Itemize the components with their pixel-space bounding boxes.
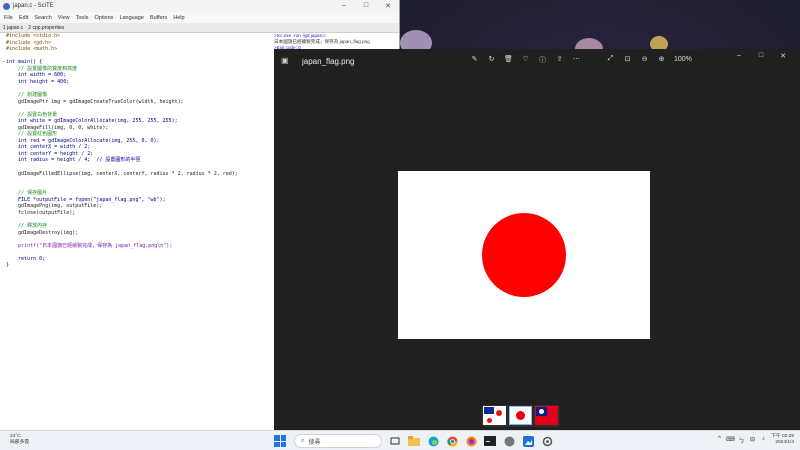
code-line: // 設置紅色圓形 (6, 131, 58, 138)
menu-view[interactable]: View (58, 15, 70, 21)
firefox-icon[interactable] (462, 434, 480, 448)
code-line: FILE *outputFile = fopen("japan_flag.png… (6, 196, 166, 203)
thumbnail-taiwan-flag[interactable] (535, 406, 558, 425)
delete-icon[interactable]: 🗑 (500, 55, 517, 65)
editor-window-title: japan.c - SciTE (13, 3, 54, 9)
thumbnail-mixed-flag[interactable] (483, 406, 506, 425)
task-view-icon[interactable] (386, 434, 404, 448)
code-line: int main() { (6, 59, 43, 66)
editor-menubar: File Edit Search View Tools Options Lang… (0, 12, 399, 23)
menu-language[interactable]: Language (119, 15, 143, 21)
menu-tools[interactable]: Tools (76, 15, 89, 21)
chevron-up-icon[interactable]: ^ (714, 436, 725, 445)
windows-start-icon[interactable] (274, 435, 286, 447)
viewer-toolbar: ▣ japan_flag.png ✎ ↻ 🗑 ♡ ⓘ ⇪ ⋯ ⤢ ⊡ ⊖ ⊕ 1… (274, 49, 800, 73)
menu-options[interactable]: Options (94, 15, 113, 21)
edit-icon[interactable]: ✎ (466, 55, 483, 65)
more-icon[interactable]: ⋯ (568, 55, 585, 65)
taskbar-clock[interactable]: 下午 02:25 2024/1/3 (771, 434, 794, 446)
chrome-icon[interactable] (443, 434, 461, 448)
gallery-icon[interactable]: ▣ (281, 56, 289, 65)
minimize-icon[interactable]: – (333, 2, 355, 10)
code-line: int centerX = width / 2; (6, 144, 91, 151)
keyboard-icon[interactable]: ⌨ (725, 436, 736, 445)
menu-file[interactable]: File (4, 15, 13, 21)
thumbnail-japan-flag[interactable] (509, 406, 532, 425)
close-icon[interactable]: ✕ (772, 52, 794, 60)
settings-icon[interactable] (538, 434, 556, 448)
code-line: // 保存圖片 (6, 190, 48, 197)
code-line: #include <stdio.h> (6, 33, 61, 39)
code-editor[interactable]: #include <stdio.h> #include <gd.h> #includ… (0, 33, 272, 430)
code-line: #include <math.h> (6, 46, 58, 53)
edge-icon[interactable] (424, 434, 442, 448)
close-icon[interactable]: ✕ (377, 2, 399, 10)
menu-search[interactable]: Search (34, 15, 51, 21)
filmstrip (481, 405, 560, 427)
code-line: gdImageFilledEllipse(img, centerX, cente… (6, 170, 238, 177)
maximize-icon[interactable]: □ (750, 52, 772, 60)
viewer-filename: japan_flag.png (302, 56, 355, 66)
scite-taskbar-icon[interactable] (500, 434, 518, 448)
japan-flag-image (398, 171, 650, 339)
search-icon: ⌕ (301, 437, 305, 444)
zoom-level: 100% (674, 55, 692, 63)
weather-condition: 局部多雲 (10, 440, 30, 445)
code-line: // 釋放內存 (6, 222, 48, 229)
code-line: // 設置白色背景 (6, 111, 58, 118)
minimize-icon[interactable]: – (728, 52, 750, 60)
code-line: int height = 400; (6, 78, 70, 85)
code-line: // 創建圖像 (6, 91, 48, 98)
share-icon[interactable]: ⇪ (551, 55, 568, 65)
search-placeholder: 搜尋 (308, 439, 321, 446)
code-line: gdImagePtr img = gdImageCreateTrueColor(… (6, 98, 184, 105)
scite-app-icon (3, 2, 10, 10)
taskbar-search-box[interactable]: ⌕ 搜尋 (294, 434, 382, 448)
tab-cpp-properties[interactable]: 2 cpp.properties (28, 25, 64, 31)
code-line: printf("日本國旗已經繪製完成，保存為 japan_flag.png\n"… (6, 242, 173, 249)
system-tray: ^ ⌨ ㄅ ⊟ ♪ (714, 436, 769, 445)
fullscreen-icon[interactable]: ⤢ (602, 55, 619, 63)
network-icon[interactable]: ⊟ (747, 436, 758, 445)
code-line: gdImagePng(img, outputFile); (6, 203, 103, 210)
code-line: int radius = height / 4; // 設置圓形的半徑 (6, 157, 141, 164)
photos-viewer-window: ▣ japan_flag.png ✎ ↻ 🗑 ♡ ⓘ ⇪ ⋯ ⤢ ⊡ ⊖ ⊕ 1… (274, 49, 800, 430)
taskbar-pinned-apps (386, 434, 557, 448)
photos-taskbar-icon[interactable] (519, 434, 537, 448)
clock-date: 2024/1/3 (775, 440, 794, 445)
code-line: gdImageFill(img, 0, 0, white); (6, 124, 109, 131)
code-line: #include <gd.h> (6, 39, 52, 46)
taskbar: 23°C 局部多雲 ⌕ 搜尋 ^ ⌨ ㄅ ⊟ ♪ 下午 02:25 2024/1… (0, 430, 800, 450)
fold-marker-icon[interactable]: – (2, 59, 5, 65)
editor-titlebar: japan.c - SciTE – □ ✕ (0, 0, 399, 12)
favorite-icon[interactable]: ♡ (517, 55, 534, 65)
volume-icon[interactable]: ♪ (758, 436, 769, 445)
info-icon[interactable]: ⓘ (534, 55, 551, 65)
terminal-icon[interactable] (481, 434, 499, 448)
zoom-in-icon[interactable]: ⊕ (653, 55, 670, 63)
code-line: int width = 600; (6, 72, 67, 79)
maximize-icon[interactable]: □ (355, 2, 377, 10)
code-line: return 0; (6, 255, 46, 262)
code-line: int centerY = height / 2; (6, 150, 94, 157)
menu-help[interactable]: Help (173, 15, 184, 21)
rotate-icon[interactable]: ↻ (483, 55, 500, 65)
weather-widget[interactable]: 23°C 局部多雲 (10, 434, 29, 446)
code-line: int white = gdImageColorAllocate(img, 25… (6, 118, 178, 125)
menu-buffers[interactable]: Buffers (150, 15, 167, 21)
menu-edit[interactable]: Edit (19, 15, 28, 21)
red-circle (482, 213, 566, 297)
zoom-out-icon[interactable]: ⊖ (636, 55, 653, 63)
fit-window-icon[interactable]: ⊡ (619, 55, 636, 63)
tab-japan-c[interactable]: 1 japan.c (3, 25, 23, 31)
code-line: // 設置圖像的寬度和高度 (6, 65, 78, 72)
code-line: } (6, 262, 10, 269)
code-line: int red = gdImageColorAllocate(img, 255,… (6, 137, 160, 144)
editor-tabbar: 1 japan.c 2 cpp.properties (0, 23, 399, 33)
ime-icon[interactable]: ㄅ (736, 436, 747, 445)
code-line: fclose(outputFile); (6, 209, 76, 216)
file-explorer-icon[interactable] (405, 434, 423, 448)
code-line: gdImageDestroy(img); (6, 229, 79, 236)
